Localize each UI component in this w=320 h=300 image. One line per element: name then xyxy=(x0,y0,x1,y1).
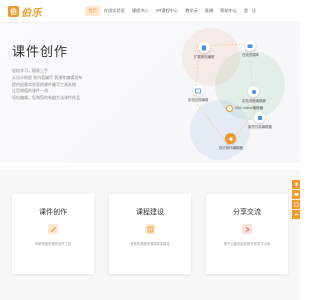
diagram-node-visual-edit[interactable]: 实验可视编辑 xyxy=(188,85,208,102)
nav-item-live[interactable]: 直播 xyxy=(201,6,216,16)
header: 伯 伯乐 首页 在线实验室 课程中心 VR课程中心 教学云 直播 帮助中心 登 … xyxy=(0,0,300,23)
hub-label: VBC editor编辑器 xyxy=(235,106,264,110)
side-toolbar xyxy=(292,180,300,220)
diagram-node-action-edit[interactable]: 执行操作编辑器 xyxy=(219,133,243,150)
card-title: 分享交流 xyxy=(233,209,261,216)
nav-item-help[interactable]: 帮助中心 xyxy=(217,6,241,16)
gear-icon xyxy=(225,133,237,144)
diagram-node-label: 在线资源库 xyxy=(242,53,259,57)
window-icon xyxy=(192,85,204,96)
hero-line: 轻松学习，随意上手 xyxy=(12,68,48,73)
diagram-node-ext-material[interactable]: 扩展素材编辑 xyxy=(194,42,214,59)
card-title: 课程建设 xyxy=(136,209,164,216)
edit-icon xyxy=(48,224,58,234)
nav-item-teaching-cloud[interactable]: 教学云 xyxy=(182,6,202,16)
phone-icon[interactable] xyxy=(292,180,300,189)
share-icon xyxy=(242,224,252,234)
nav-item-login[interactable]: 登 · 注 xyxy=(240,6,259,16)
logo[interactable]: 伯 伯乐 xyxy=(8,5,42,19)
card-title: 课件创作 xyxy=(39,209,67,216)
main-nav: 首页 在线实验室 课程中心 VR课程中心 教学云 直播 帮助中心 登 · 注 xyxy=(85,6,260,16)
logo-text: 伯乐 xyxy=(21,8,42,19)
feature-card-course-build[interactable]: 课程建设 有效的课程资源和质量建设 xyxy=(109,194,191,274)
features-section: 课件创作 简单快速的课件创作工具 课程建设 有效的课程资源和质量建设 分享交流 … xyxy=(0,170,300,300)
diagram-node-label: 扩展素材编辑 xyxy=(194,55,215,59)
sim-icon xyxy=(254,112,266,123)
feature-card-share[interactable]: 分享交流 基于云端的高效和开放学习空间 xyxy=(206,194,288,274)
hero-title: 课件创作 xyxy=(12,44,69,59)
nav-item-home[interactable]: 首页 xyxy=(85,6,101,16)
chat-icon[interactable] xyxy=(292,190,300,199)
flow-icon xyxy=(248,86,260,97)
diagram-node-sim-edit[interactable]: 素质仿真编辑器 xyxy=(248,112,272,129)
hero-description: 轻松学习，随意上手 从设计构思 到内容编写 到课件编辑发布 提供创意实验室的课件… xyxy=(12,68,82,102)
nav-item-course-center[interactable]: 课程中心 xyxy=(128,6,152,16)
nav-item-vr-course[interactable]: VR课程中心 xyxy=(152,6,182,16)
qr-icon[interactable] xyxy=(292,200,300,209)
diagram-node-label: 实验可视编辑 xyxy=(188,98,209,102)
diagram-hub: VBC editor编辑器 xyxy=(226,105,263,112)
feature-card-authoring[interactable]: 课件创作 简单快速的课件创作工具 xyxy=(12,194,94,274)
book-icon xyxy=(145,224,155,234)
diagram-node-resource[interactable]: 在线资源库 xyxy=(242,40,259,57)
nav-item-online-lab[interactable]: 在线实验室 xyxy=(100,6,128,16)
diagram-node-flow-edit[interactable]: 实验流程编辑器 xyxy=(242,86,266,103)
hero-line: 从设计构思 到内容编写 到课件编辑发布 xyxy=(12,74,83,80)
doc-icon xyxy=(198,42,210,53)
diagram-node-label: 实验流程编辑器 xyxy=(242,99,266,103)
card-desc: 有效的课程资源和质量建设 xyxy=(130,242,170,246)
hero-line: 轻松编辑，您和您的有趣方法课件作品 xyxy=(12,95,80,101)
logo-mark-icon: 伯 xyxy=(8,6,19,17)
hub-icon xyxy=(226,105,233,112)
card-desc: 简单快速的课件创作工具 xyxy=(34,242,72,246)
diagram-node-label: 执行操作编辑器 xyxy=(219,146,243,150)
folder-icon xyxy=(244,40,256,51)
card-desc: 基于云端的高效和开放学习空间 xyxy=(223,242,271,246)
diagram-node-label: 素质仿真编辑器 xyxy=(248,125,272,129)
top-icon[interactable] xyxy=(292,210,300,219)
